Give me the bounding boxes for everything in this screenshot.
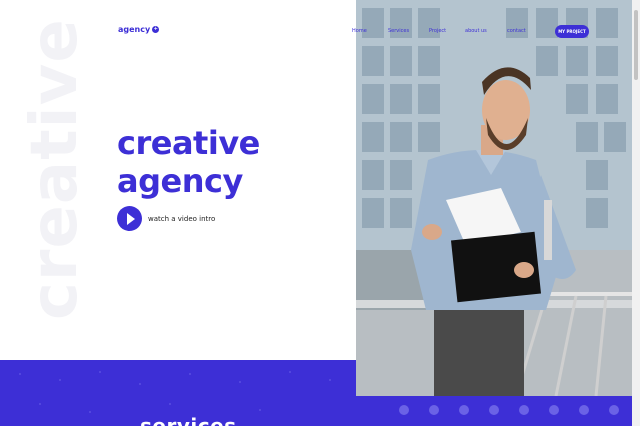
watermark-text: creative xyxy=(18,18,92,320)
nav-item-project[interactable]: Project xyxy=(429,28,446,34)
logo-text: agency xyxy=(118,25,151,34)
watch-video-button[interactable]: watch a video intro xyxy=(117,206,215,231)
services-title: services xyxy=(140,414,237,426)
scrollbar-thumb[interactable] xyxy=(634,10,638,80)
hero-title: creative agency xyxy=(117,124,260,200)
logo-badge-icon: + xyxy=(152,26,160,33)
watch-video-label[interactable]: watch a video intro xyxy=(148,215,215,223)
my-project-button[interactable]: MY PROJECT xyxy=(555,25,589,38)
nav-item-services[interactable]: Services xyxy=(388,28,409,34)
page: creative agency + creative agency watch … xyxy=(0,0,640,426)
hero-title-line-2: agency xyxy=(117,162,243,200)
nav-item-home[interactable]: Home xyxy=(352,28,367,34)
play-icon[interactable] xyxy=(117,206,142,231)
logo[interactable]: agency + xyxy=(118,25,160,34)
nav-item-about-us[interactable]: about us xyxy=(465,28,487,34)
nav-item-contact[interactable]: contact xyxy=(507,28,526,34)
hero-title-line-1: creative xyxy=(117,124,260,162)
services-band-right xyxy=(356,396,632,426)
hero-photo xyxy=(356,0,632,396)
